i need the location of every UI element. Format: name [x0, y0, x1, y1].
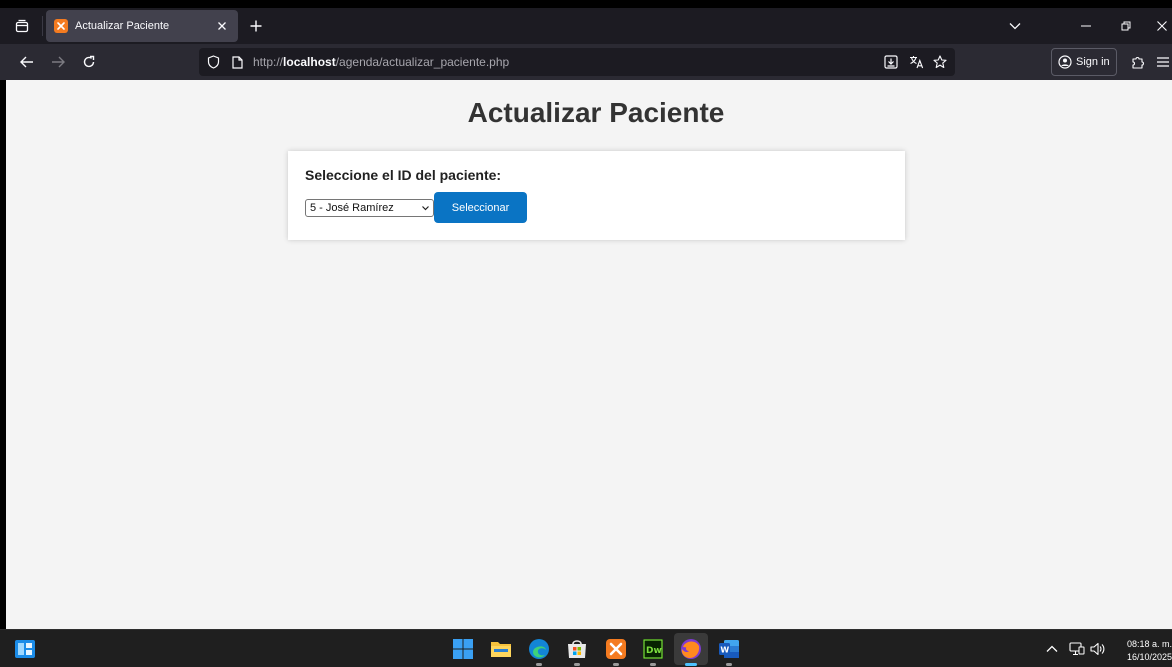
back-arrow-icon[interactable] [15, 50, 39, 74]
svg-text:W: W [720, 646, 729, 655]
patient-id-label: Seleccione el ID del paciente: [305, 167, 502, 183]
windows-start-icon[interactable] [451, 637, 475, 661]
taskbar-clock[interactable]: 08:18 a. m. 16/10/2025 [1114, 638, 1172, 664]
firefox-icon[interactable] [679, 637, 703, 661]
patient-id-select[interactable]: 5 - José Ramírez [305, 199, 434, 217]
widgets-icon[interactable] [13, 637, 37, 661]
sign-in-label: Sign in [1076, 56, 1110, 68]
xampp-favicon-icon [54, 19, 68, 33]
url-path: /agenda/actualizar_paciente.php [335, 55, 510, 69]
extensions-puzzle-icon[interactable] [1126, 50, 1150, 74]
microsoft-store-icon[interactable] [565, 637, 589, 666]
url-host: localhost [283, 55, 336, 69]
minimize-icon[interactable] [1074, 14, 1098, 38]
active-app-indicator [685, 663, 697, 666]
patient-id-select-value: 5 - José Ramírez [310, 202, 394, 214]
windows-taskbar: Dw W 08:18 a. m. 16/10/2025 [0, 629, 1172, 667]
tab-separator [42, 16, 43, 36]
svg-text:Dw: Dw [646, 646, 662, 656]
running-indicator [726, 663, 732, 666]
chevron-up-icon[interactable] [1044, 641, 1060, 657]
running-indicator [536, 663, 542, 666]
running-indicator [574, 663, 580, 666]
account-icon [1058, 55, 1072, 69]
word-icon[interactable]: W [717, 637, 741, 666]
tab-actualizar-paciente[interactable]: Actualizar Paciente [46, 10, 238, 42]
xampp-icon[interactable] [604, 637, 628, 666]
reload-icon[interactable] [77, 50, 101, 74]
close-tab-icon[interactable] [211, 15, 233, 37]
url-bar[interactable]: http://localhost/agenda/actualizar_pacie… [199, 48, 955, 76]
tab-title: Actualizar Paciente [75, 20, 170, 32]
seleccionar-button[interactable]: Seleccionar [434, 192, 527, 223]
page-info-icon[interactable] [229, 54, 245, 70]
page-title: Actualizar Paciente [467, 97, 725, 128]
patient-select-card: Seleccione el ID del paciente: 5 - José … [288, 151, 905, 240]
page-viewport: Actualizar Paciente Seleccione el ID del… [6, 80, 1172, 629]
translate-icon[interactable] [908, 54, 924, 70]
bookmark-star-icon[interactable] [932, 54, 948, 70]
network-icon[interactable] [1069, 641, 1085, 657]
url-scheme: http:// [253, 55, 284, 69]
sign-in-button[interactable]: Sign in [1051, 48, 1117, 76]
tab-list-icon[interactable] [8, 14, 36, 38]
clock-date: 16/10/2025 [1126, 652, 1172, 662]
new-tab-plus-icon[interactable] [244, 14, 268, 38]
running-indicator [613, 663, 619, 666]
volume-icon[interactable] [1090, 641, 1106, 657]
url-text: http://localhost/agenda/actualizar_pacie… [253, 55, 509, 69]
close-window-icon[interactable] [1152, 14, 1172, 38]
restore-icon[interactable] [1114, 14, 1138, 38]
shield-icon[interactable] [205, 54, 221, 70]
screen: Actualizar Paciente http://localhost/age… [0, 0, 1172, 667]
dreamweaver-icon[interactable]: Dw [641, 637, 665, 666]
chevron-down-icon [422, 206, 429, 211]
running-indicator [650, 663, 656, 666]
file-explorer-icon[interactable] [489, 637, 513, 661]
edge-browser-icon[interactable] [527, 637, 551, 666]
download-page-icon[interactable] [883, 54, 899, 70]
forward-arrow-icon[interactable] [46, 50, 70, 74]
browser-nav-bar: http://localhost/agenda/actualizar_pacie… [0, 44, 1172, 80]
chevron-down-icon[interactable] [1003, 14, 1027, 38]
browser-tab-strip: Actualizar Paciente [0, 8, 1172, 44]
clock-time: 08:18 a. m. [1126, 639, 1172, 649]
hamburger-menu-icon[interactable] [1154, 50, 1172, 74]
